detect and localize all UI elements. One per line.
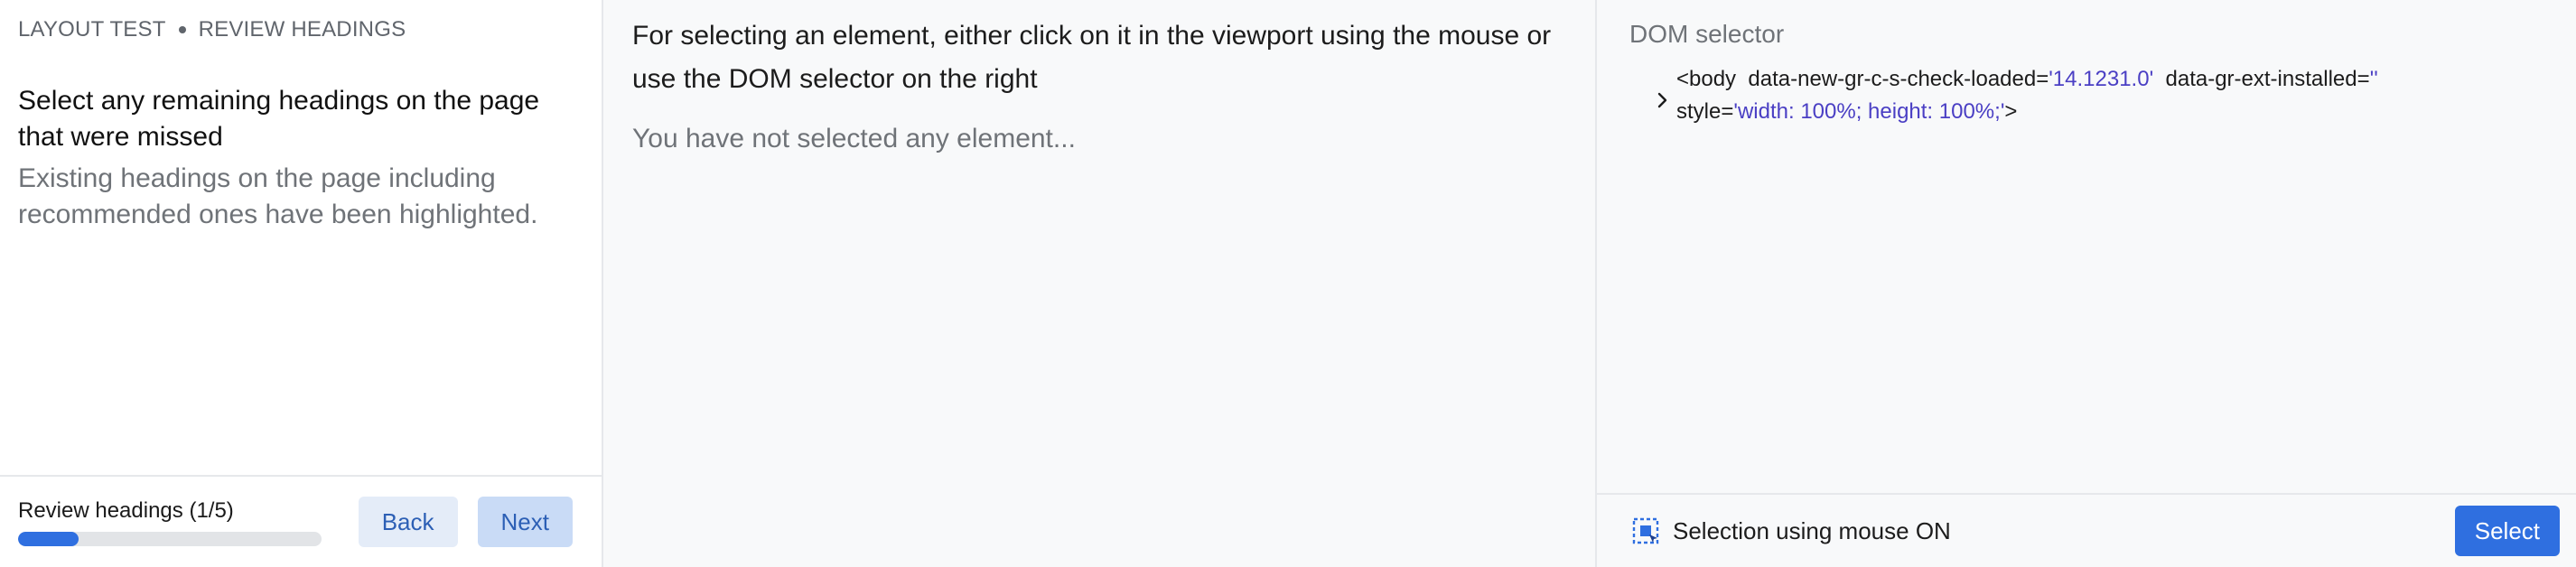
selection-status: You have not selected any element... <box>632 124 1076 153</box>
dom-tree: DOM selector <body data-new-gr-c-s-check… <box>1597 0 2576 493</box>
selection-cursor-icon <box>1632 517 1659 544</box>
step-description: Existing headings on the page including … <box>18 163 538 229</box>
viewport-panel[interactable]: For selecting an element, either click o… <box>603 0 1597 567</box>
wizard-panel: LAYOUT TEST REVIEW HEADINGS Select any r… <box>0 0 603 567</box>
dom-attr-name: data-new-gr-c-s-check-loaded= <box>1748 67 2049 91</box>
progress-track <box>18 532 322 546</box>
progress-fill <box>18 532 79 546</box>
next-button[interactable]: Next <box>477 497 573 547</box>
wizard-nav-buttons: Back Next <box>358 497 573 547</box>
dom-attr-value: 'width: 100%; height: 100%;' <box>1733 99 2005 124</box>
back-button[interactable]: Back <box>358 497 458 547</box>
dom-tag-open: <body <box>1676 67 1737 91</box>
dom-tag-close: > <box>2004 99 2018 124</box>
step-title: Select any remaining headings on the pag… <box>18 86 540 152</box>
mouse-selection-toggle[interactable]: Selection using mouse ON <box>1631 516 1951 545</box>
mouse-selection-label: Selection using mouse ON <box>1673 516 1951 544</box>
progress-label: Review headings (1/5) <box>18 498 234 523</box>
dom-attr-name: data-gr-ext-installed= <box>2165 67 2370 91</box>
dom-attr-name: style= <box>1676 99 1734 124</box>
breadcrumb-separator-icon <box>178 26 186 33</box>
dom-selector-title: DOM selector <box>1629 20 1785 48</box>
dom-tree-node[interactable]: <body data-new-gr-c-s-check-loaded='14.1… <box>1649 63 2543 128</box>
select-button[interactable]: Select <box>2454 506 2560 556</box>
progress: Review headings (1/5) <box>18 497 322 546</box>
dom-attr-value: '' <box>2369 67 2378 91</box>
breadcrumb-section: LAYOUT TEST <box>18 17 166 42</box>
dom-node-code[interactable]: <body data-new-gr-c-s-check-loaded='14.1… <box>1676 63 2489 128</box>
chevron-right-icon[interactable] <box>1649 63 1676 117</box>
wizard-content: LAYOUT TEST REVIEW HEADINGS Select any r… <box>0 0 602 475</box>
breadcrumb: LAYOUT TEST REVIEW HEADINGS <box>18 16 583 43</box>
dom-selector-footer: Selection using mouse ON Select <box>1597 493 2576 567</box>
wizard-footer: Review headings (1/5) Back Next <box>0 475 602 567</box>
selection-instructions: For selecting an element, either click o… <box>632 21 1552 94</box>
breadcrumb-step: REVIEW HEADINGS <box>198 17 406 42</box>
app-window: LAYOUT TEST REVIEW HEADINGS Select any r… <box>0 0 2576 567</box>
dom-attr-value: '14.1231.0' <box>2049 67 2154 91</box>
dom-selector-panel: DOM selector <body data-new-gr-c-s-check… <box>1597 0 2576 567</box>
